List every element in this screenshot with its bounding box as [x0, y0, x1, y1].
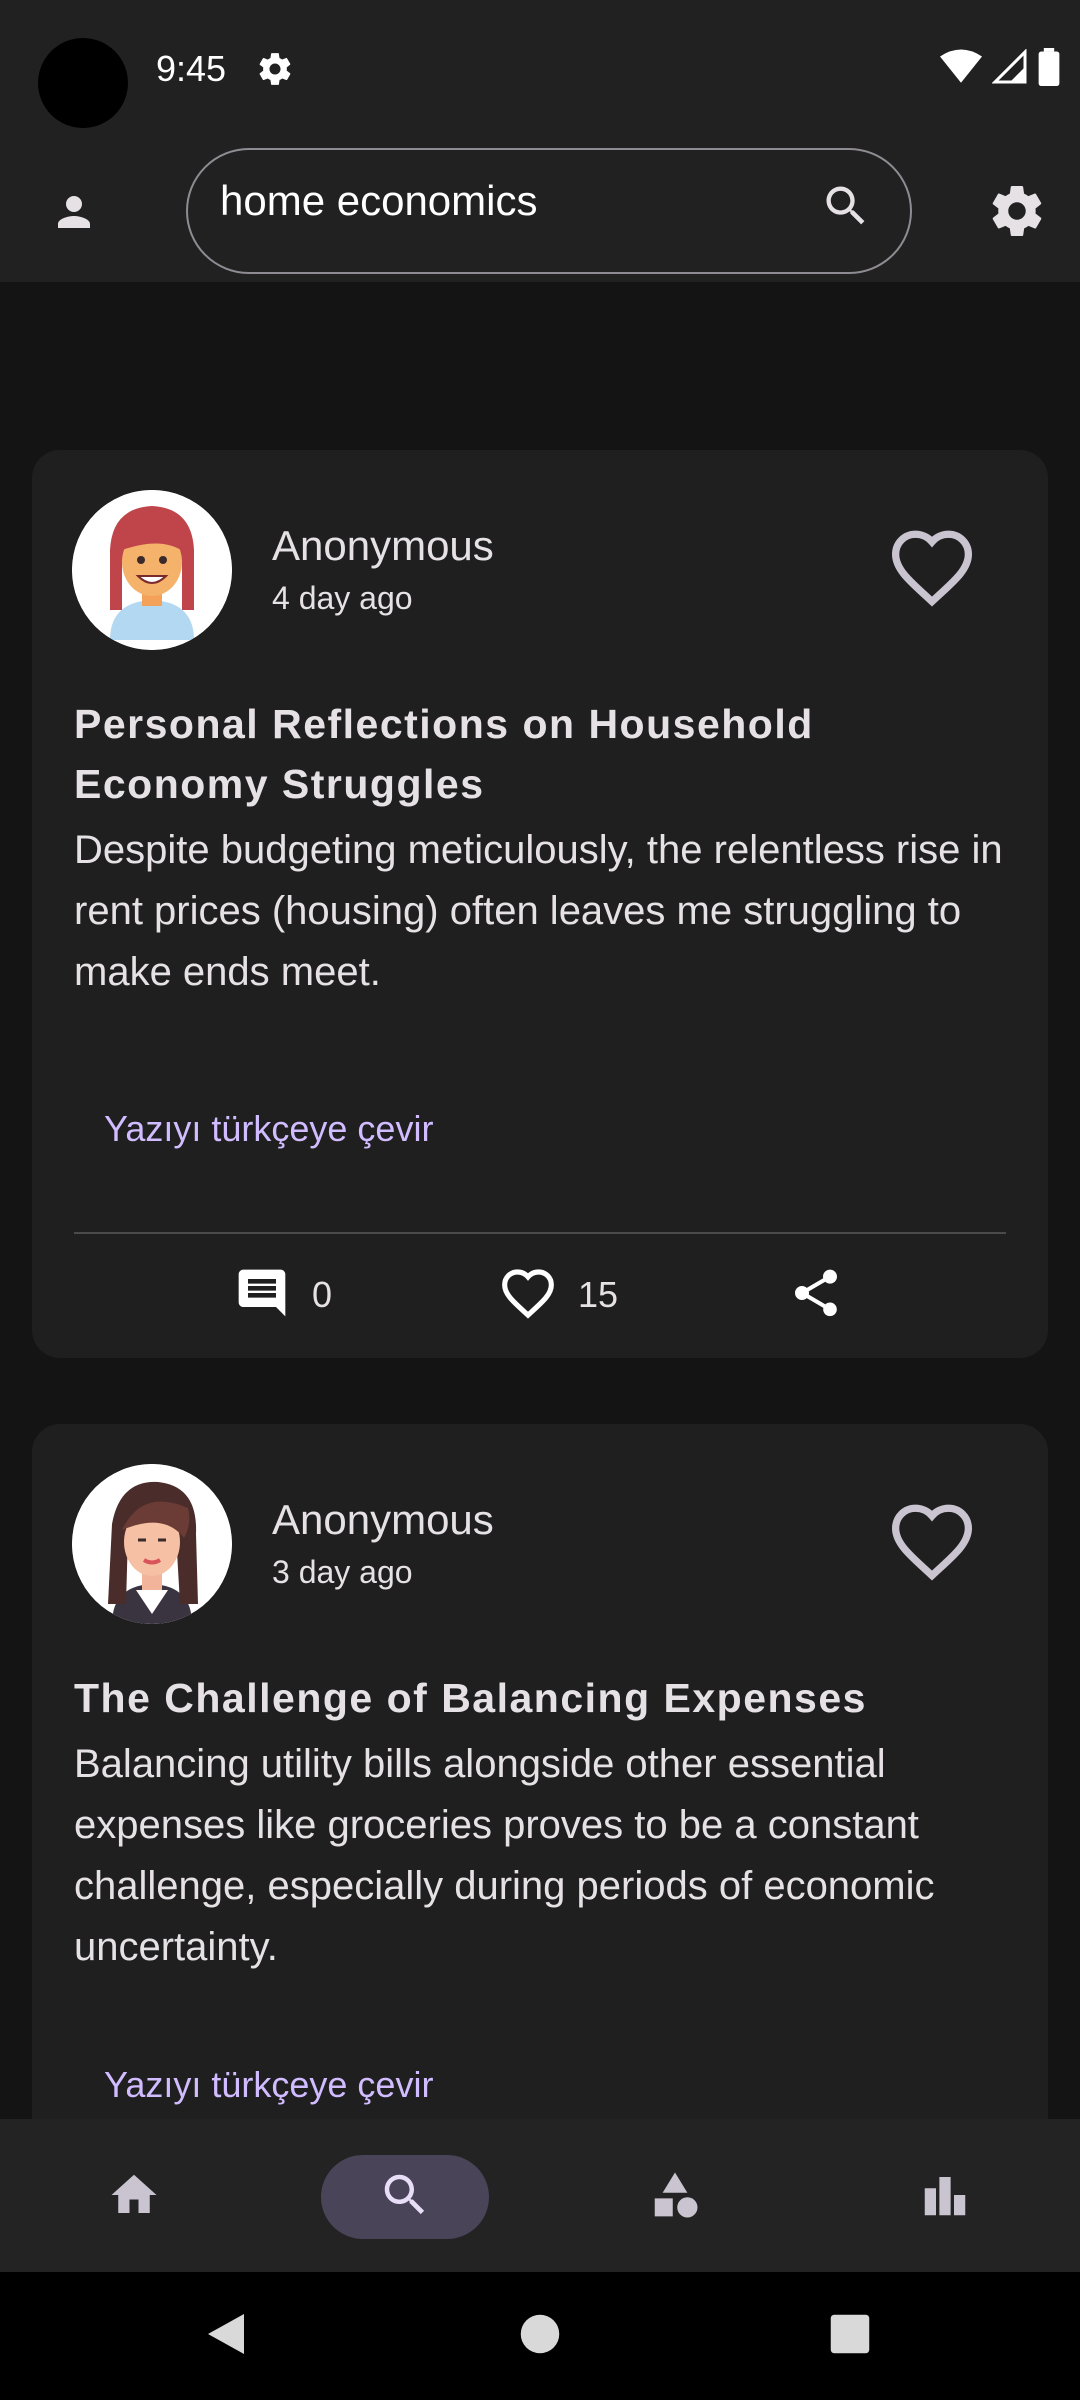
profile-button[interactable] — [42, 182, 106, 246]
status-bar: 9:45 — [0, 0, 1080, 140]
nav-stats[interactable] — [861, 2155, 1029, 2239]
author-name: Anonymous — [272, 1496, 494, 1543]
post-actions: 0 15 — [32, 1260, 1048, 1330]
categories-icon — [648, 2168, 702, 2227]
post-card[interactable]: Anonymous 4 day ago Personal Reflections… — [32, 450, 1048, 1358]
system-back-button[interactable] — [196, 2306, 256, 2366]
nav-search[interactable] — [321, 2155, 489, 2239]
battery-icon — [1038, 48, 1060, 86]
search-icon — [820, 180, 872, 237]
favorite-button[interactable] — [882, 524, 982, 614]
settings-button[interactable] — [984, 180, 1050, 246]
back-icon — [204, 2310, 248, 2363]
app-header — [0, 140, 1080, 282]
comment-icon — [234, 1265, 290, 1326]
stats-icon — [918, 2168, 972, 2227]
system-home-button[interactable] — [510, 2306, 570, 2366]
translate-button[interactable]: Yazıyı türkçeye çevir — [104, 1108, 433, 1150]
post-card[interactable]: Anonymous 3 day ago The Challenge of Bal… — [32, 1424, 1048, 2119]
system-navigation — [0, 2272, 1080, 2400]
favorite-button[interactable] — [882, 1498, 982, 1588]
heart-outline-icon — [887, 1501, 977, 1586]
bottom-navigation — [0, 2119, 1080, 2272]
avatar — [72, 490, 232, 650]
post-title: Personal Reflections on Household Econom… — [74, 701, 814, 807]
home-circle-icon — [519, 2313, 561, 2360]
share-icon — [788, 1265, 844, 1326]
wifi-icon — [940, 49, 982, 85]
post-time: 4 day ago — [272, 580, 413, 616]
camera-cutout — [38, 38, 128, 128]
gear-icon — [987, 181, 1047, 246]
nav-categories[interactable] — [591, 2155, 759, 2239]
home-icon — [107, 2168, 161, 2227]
search-icon — [378, 2168, 432, 2227]
like-button[interactable]: 15 — [500, 1260, 618, 1330]
settings-icon — [256, 50, 294, 88]
search-button[interactable] — [816, 178, 876, 238]
recents-icon — [829, 2313, 871, 2360]
avatar — [72, 1464, 232, 1624]
like-count: 15 — [578, 1274, 619, 1315]
divider — [74, 1232, 1006, 1234]
person-icon — [50, 188, 98, 241]
translate-button[interactable]: Yazıyı türkçeye çevir — [104, 2064, 433, 2106]
nav-home[interactable] — [50, 2155, 218, 2239]
system-recents-button[interactable] — [820, 2306, 880, 2366]
share-button[interactable] — [788, 1260, 844, 1330]
app-root: 9:45 home economics Anonymous 4 day ago … — [0, 0, 1080, 2400]
status-icons — [940, 48, 1060, 86]
signal-icon — [992, 49, 1028, 85]
author-name: Anonymous — [272, 522, 494, 569]
status-time: 9:45 — [156, 48, 227, 89]
comment-count: 0 — [312, 1274, 333, 1315]
search-input[interactable] — [220, 176, 780, 226]
comment-button[interactable]: 0 — [234, 1260, 332, 1330]
post-time: 3 day ago — [272, 1554, 413, 1590]
heart-outline-icon — [887, 527, 977, 612]
post-feed: Anonymous 4 day ago Personal Reflections… — [0, 282, 1080, 2119]
search-bar — [186, 148, 912, 274]
post-body: Despite budgeting meticulously, the rele… — [74, 828, 1003, 994]
post-title: The Challenge of Balancing Expenses — [74, 1675, 867, 1721]
heart-outline-icon — [500, 1267, 556, 1324]
post-body: Balancing utility bills alongside other … — [74, 1742, 935, 1969]
